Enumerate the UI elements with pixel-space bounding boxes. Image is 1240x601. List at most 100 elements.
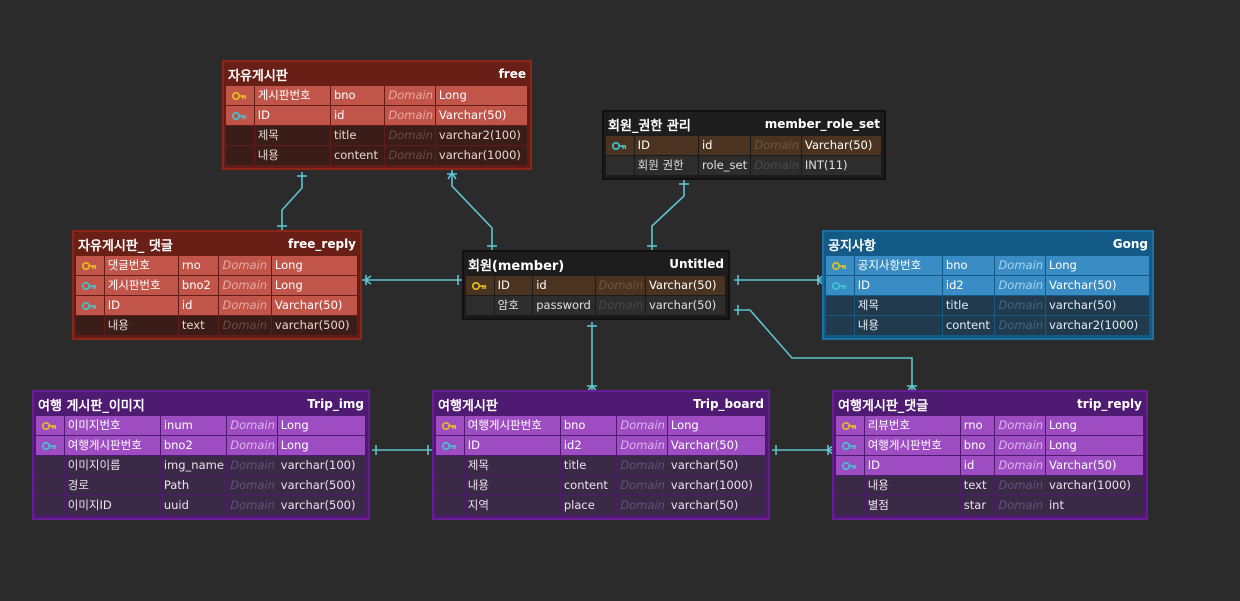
table-header[interactable]: 여행 게시판_이미지 Trip_img <box>34 392 368 416</box>
table-gong[interactable]: 공지사항 Gong 공지사항번호 bno Domain Long ID id2 Domain Va… <box>822 230 1154 340</box>
foreign-key-icon <box>82 281 97 291</box>
relationship-line[interactable] <box>281 172 303 230</box>
column-row[interactable]: 여행게시판번호 bno Domain Long <box>836 436 1144 456</box>
column-row[interactable]: 게시판번호 bno Domain Long <box>226 86 528 106</box>
column-logical-name: ID <box>634 136 698 155</box>
column-row[interactable]: 여행게시판번호 bno2 Domain Long <box>36 436 366 456</box>
column-physical-name: id <box>533 276 595 295</box>
table-free_reply[interactable]: 자유게시판_ 댓글 free_reply 댓글번호 rno Domain Long 게시판번… <box>72 230 362 340</box>
column-logical-name: 댓글번호 <box>104 256 178 275</box>
column-row[interactable]: 내용 content Domain varchar2(1000) <box>826 316 1150 336</box>
column-logical-name: ID <box>104 296 178 315</box>
column-type: Varchar(50) <box>667 436 765 455</box>
column-domain: Domain <box>227 416 277 435</box>
column-domain: Domain <box>995 256 1045 275</box>
column-row[interactable]: 별점 star Domain int <box>836 496 1144 516</box>
column-row[interactable]: 리뷰번호 rno Domain Long <box>836 416 1144 436</box>
table-free[interactable]: 자유게시판 free 게시판번호 bno Domain Long ID id Domain Var… <box>222 60 532 170</box>
column-type: varchar(1000) <box>435 146 527 165</box>
column-row[interactable]: 이미지번호 inum Domain Long <box>36 416 366 436</box>
foreign-key-icon <box>842 461 857 471</box>
column-row[interactable]: 내용 content Domain varchar(1000) <box>226 146 528 166</box>
column-logical-name: ID <box>254 106 330 125</box>
table-trip_board[interactable]: 여행게시판 Trip_board 여행게시판번호 bno Domain Long ID id2… <box>432 390 770 520</box>
foreign-key-icon <box>442 441 457 451</box>
relationship-line[interactable] <box>451 170 493 250</box>
column-logical-name: ID <box>494 276 533 295</box>
column-row[interactable]: ID id Domain Varchar(50) <box>836 456 1144 476</box>
column-physical-name: star <box>960 496 995 515</box>
column-physical-name: content <box>330 146 385 165</box>
column-list: 여행게시판번호 bno Domain Long ID id2 Domain Varchar(5… <box>434 416 768 518</box>
column-row[interactable]: ID id Domain Varchar(50) <box>606 136 882 156</box>
key-cell <box>436 416 464 435</box>
column-logical-name: 내용 <box>864 476 960 495</box>
cardinality-marker <box>447 171 457 180</box>
column-row[interactable]: 제목 title Domain varchar(50) <box>826 296 1150 316</box>
column-logical-name: 경로 <box>64 476 160 495</box>
key-cell <box>226 106 254 125</box>
column-row[interactable]: 내용 text Domain varchar(1000) <box>836 476 1144 496</box>
column-physical-name: title <box>560 456 617 475</box>
table-logical-name: 자유게시판_ 댓글 <box>78 238 173 254</box>
column-row[interactable]: 경로 Path Domain varchar(500) <box>36 476 366 496</box>
column-type: varchar(1000) <box>1045 476 1143 495</box>
table-header[interactable]: 여행게시판_댓글 trip_reply <box>834 392 1146 416</box>
key-cell <box>836 456 864 475</box>
column-logical-name: 제목 <box>254 126 330 145</box>
column-domain: Domain <box>385 126 435 145</box>
column-type: Long <box>1045 256 1149 275</box>
column-physical-name: id2 <box>560 436 617 455</box>
column-row[interactable]: 이미지ID uuid Domain varchar(500) <box>36 496 366 516</box>
column-domain: Domain <box>385 146 435 165</box>
column-domain: Domain <box>385 86 435 105</box>
table-header[interactable]: 자유게시판_ 댓글 free_reply <box>74 232 360 256</box>
relationship-line[interactable] <box>651 180 685 250</box>
column-row[interactable]: 이미지이름 img_name Domain varchar(100) <box>36 456 366 476</box>
column-row[interactable]: 댓글번호 rno Domain Long <box>76 256 358 276</box>
column-row[interactable]: 제목 title Domain varchar2(100) <box>226 126 528 146</box>
table-physical-name: trip_reply <box>1077 397 1142 411</box>
column-row[interactable]: ID id Domain Varchar(50) <box>226 106 528 126</box>
column-physical-name: text <box>178 316 219 335</box>
key-cell <box>36 476 64 495</box>
table-member_role_set[interactable]: 회원_권한 관리 member_role_set ID id Domain Varchar… <box>602 110 886 180</box>
column-row[interactable]: ID id Domain Varchar(50) <box>76 296 358 316</box>
column-row[interactable]: ID id2 Domain Varchar(50) <box>826 276 1150 296</box>
column-row[interactable]: 지역 place Domain varchar(50) <box>436 496 766 516</box>
column-domain: Domain <box>617 436 667 455</box>
column-row[interactable]: ID id Domain Varchar(50) <box>466 276 726 296</box>
column-row[interactable]: 공지사항번호 bno Domain Long <box>826 256 1150 276</box>
column-domain: Domain <box>219 296 271 315</box>
table-header[interactable]: 회원(member) Untitled <box>464 252 728 276</box>
column-type: Varchar(50) <box>801 136 881 155</box>
table-member[interactable]: 회원(member) Untitled ID id Domain Varchar(50) 암… <box>462 250 730 320</box>
column-type: Long <box>271 256 357 275</box>
key-cell <box>226 86 254 105</box>
column-logical-name: 이미지이름 <box>64 456 160 475</box>
column-row[interactable]: 회원 권한 role_set Domain INT(11) <box>606 156 882 176</box>
table-header[interactable]: 회원_권한 관리 member_role_set <box>604 112 884 136</box>
table-trip_reply[interactable]: 여행게시판_댓글 trip_reply 리뷰번호 rno Domain Long 여행게시판… <box>832 390 1148 520</box>
column-row[interactable]: 여행게시판번호 bno Domain Long <box>436 416 766 436</box>
column-type: Varchar(50) <box>271 296 357 315</box>
column-row[interactable]: 내용 text Domain varchar(500) <box>76 316 358 336</box>
column-row[interactable]: 제목 title Domain varchar(50) <box>436 456 766 476</box>
table-header[interactable]: 공지사항 Gong <box>824 232 1152 256</box>
column-row[interactable]: ID id2 Domain Varchar(50) <box>436 436 766 456</box>
column-row[interactable]: 암호 password Domain varchar(50) <box>466 296 726 316</box>
table-header[interactable]: 여행게시판 Trip_board <box>434 392 768 416</box>
column-type: INT(11) <box>801 156 881 175</box>
key-cell <box>606 156 634 175</box>
column-type: Varchar(50) <box>1045 456 1143 475</box>
column-domain: Domain <box>595 276 645 295</box>
table-trip_img[interactable]: 여행 게시판_이미지 Trip_img 이미지번호 inum Domain Long 여행게… <box>32 390 370 520</box>
column-row[interactable]: 내용 content Domain varchar(1000) <box>436 476 766 496</box>
table-header[interactable]: 자유게시판 free <box>224 62 530 86</box>
column-domain: Domain <box>227 496 277 515</box>
key-cell <box>826 296 854 315</box>
foreign-key-icon <box>612 141 627 151</box>
column-row[interactable]: 게시판번호 bno2 Domain Long <box>76 276 358 296</box>
column-physical-name: img_name <box>160 456 227 475</box>
column-physical-name: id <box>178 296 219 315</box>
